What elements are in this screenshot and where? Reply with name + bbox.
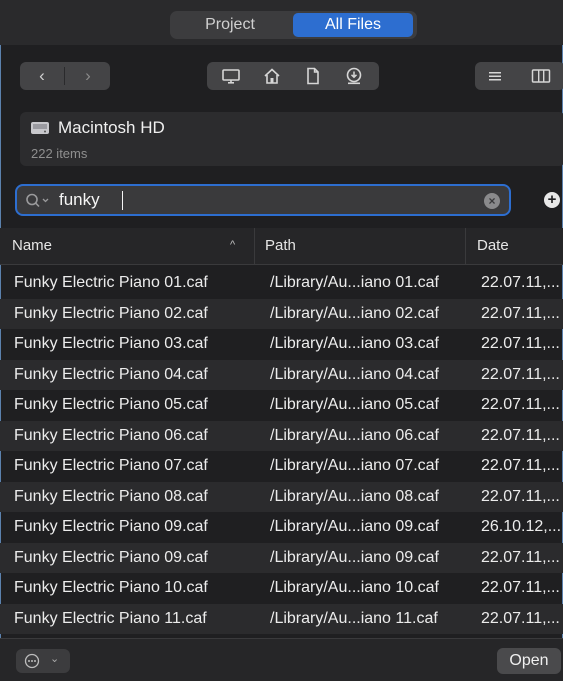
hard-drive-icon	[30, 120, 50, 136]
table-row[interactable]: Funky Electric Piano 06.caf/Library/Au..…	[0, 420, 563, 451]
list-view-icon[interactable]	[484, 66, 506, 86]
table-row[interactable]: Funky Electric Piano 09.caf/Library/Au..…	[0, 542, 563, 573]
file-date: 22.07.11,...	[481, 426, 560, 444]
file-path: /Library/Au...iano 04.caf	[270, 365, 439, 383]
file-name: Funky Electric Piano 08.caf	[14, 487, 208, 505]
column-divider[interactable]	[254, 228, 255, 264]
file-path: /Library/Au...iano 11.caf	[270, 609, 438, 627]
volume-panel[interactable]: Macintosh HD 222 items	[20, 112, 563, 166]
action-menu-button[interactable]: ⌄	[16, 649, 70, 673]
nav-separator	[64, 67, 65, 85]
places-buttons	[207, 62, 379, 90]
file-name: Funky Electric Piano 03.caf	[14, 335, 208, 352]
document-icon[interactable]	[303, 66, 323, 86]
column-header-date[interactable]: Date	[477, 237, 509, 254]
all-files-tab[interactable]: All Files	[293, 13, 413, 37]
view-mode-buttons	[475, 62, 563, 90]
file-name: Funky Electric Piano 05.caf	[14, 396, 208, 413]
column-divider[interactable]	[465, 228, 466, 264]
source-segmented-control: Project All Files	[170, 11, 417, 39]
search-field[interactable]: funky ×	[15, 184, 511, 216]
file-path: /Library/Au...iano 09.caf	[270, 548, 439, 566]
file-path: /Library/Au...iano 02.caf	[270, 304, 439, 322]
search-icon[interactable]	[25, 192, 49, 210]
table-row[interactable]: Funky Electric Piano 04.caf/Library/Au..…	[0, 359, 563, 390]
table-row[interactable]: Funky Electric Piano 08.caf/Library/Au..…	[0, 481, 563, 512]
back-button[interactable]: ‹	[20, 62, 64, 90]
navigation-buttons: ‹ ›	[20, 62, 110, 90]
file-date: 22.07.11,...	[481, 335, 560, 352]
table-row[interactable]: Funky Electric Piano 02.caf/Library/Au..…	[0, 298, 563, 329]
bottom-bar: ⌄ Open	[0, 638, 563, 681]
file-path: /Library/Au...iano 03.caf	[270, 335, 439, 352]
search-input[interactable]: funky	[59, 190, 100, 210]
file-name: Funky Electric Piano 11.caf	[14, 609, 207, 627]
file-date: 22.07.11,...	[481, 365, 560, 383]
table-header: Name ^ Path Date	[0, 228, 563, 265]
sort-ascending-icon: ^	[230, 239, 236, 251]
file-name: Funky Electric Piano 09.caf	[14, 548, 208, 566]
file-date: 22.07.11,...	[481, 548, 560, 566]
column-header-path[interactable]: Path	[265, 237, 296, 254]
file-name: Funky Electric Piano 02.caf	[14, 304, 208, 322]
volume-item-count: 222 items	[31, 146, 88, 161]
file-date: 22.07.11,...	[481, 487, 560, 505]
clear-search-icon[interactable]: ×	[484, 193, 500, 209]
file-list: Funky Electric Piano 01.caf/Library/Au..…	[0, 268, 563, 634]
open-button[interactable]: Open	[497, 648, 561, 674]
file-date: 22.07.11,...	[481, 396, 560, 413]
file-name: Funky Electric Piano 01.caf	[14, 274, 208, 291]
file-path: /Library/Au...iano 09.caf	[270, 518, 439, 535]
table-row[interactable]: Funky Electric Piano 07.caf/Library/Au..…	[0, 451, 563, 482]
file-path: /Library/Au...iano 01.caf	[270, 274, 439, 291]
add-icon[interactable]: +	[544, 192, 560, 208]
desktop-icon[interactable]	[221, 66, 241, 86]
file-name: Funky Electric Piano 06.caf	[14, 426, 208, 444]
file-path: /Library/Au...iano 05.caf	[270, 396, 439, 413]
file-name: Funky Electric Piano 09.caf	[14, 518, 208, 535]
project-tab[interactable]: Project	[170, 11, 290, 39]
file-path: /Library/Au...iano 06.caf	[270, 426, 439, 444]
table-row[interactable]: Funky Electric Piano 03.caf/Library/Au..…	[0, 329, 563, 360]
file-date: 22.07.11,...	[481, 304, 560, 322]
file-path: /Library/Au...iano 07.caf	[270, 457, 439, 474]
file-name: Funky Electric Piano 04.caf	[14, 365, 208, 383]
column-header-name[interactable]: Name	[12, 237, 52, 254]
volume-name: Macintosh HD	[58, 118, 165, 137]
file-date: 22.07.11,...	[481, 274, 560, 291]
forward-button[interactable]: ›	[66, 62, 110, 90]
file-name: Funky Electric Piano 07.caf	[14, 457, 208, 474]
table-row[interactable]: Funky Electric Piano 09.caf/Library/Au..…	[0, 512, 563, 543]
file-path: /Library/Au...iano 08.caf	[270, 487, 439, 505]
table-row[interactable]: Funky Electric Piano 05.caf/Library/Au..…	[0, 390, 563, 421]
file-date: 22.07.11,...	[481, 457, 560, 474]
home-icon[interactable]	[262, 66, 282, 86]
table-row[interactable]: Funky Electric Piano 11.caf/Library/Au..…	[0, 603, 563, 634]
file-date: 26.10.12,...	[481, 518, 562, 535]
table-row[interactable]: Funky Electric Piano 01.caf/Library/Au..…	[0, 268, 563, 299]
column-view-icon[interactable]	[530, 66, 552, 86]
file-path: /Library/Au...iano 10.caf	[270, 579, 439, 596]
downloads-icon[interactable]	[344, 66, 364, 86]
text-caret	[122, 191, 123, 210]
file-date: 22.07.11,...	[481, 609, 560, 627]
ellipsis-circle-icon	[24, 653, 40, 669]
top-bar: Project All Files	[0, 0, 563, 45]
file-date: 22.07.11,...	[481, 579, 560, 596]
file-name: Funky Electric Piano 10.caf	[14, 579, 208, 596]
table-row[interactable]: Funky Electric Piano 10.caf/Library/Au..…	[0, 573, 563, 604]
chevron-down-icon: ⌄	[50, 653, 60, 665]
